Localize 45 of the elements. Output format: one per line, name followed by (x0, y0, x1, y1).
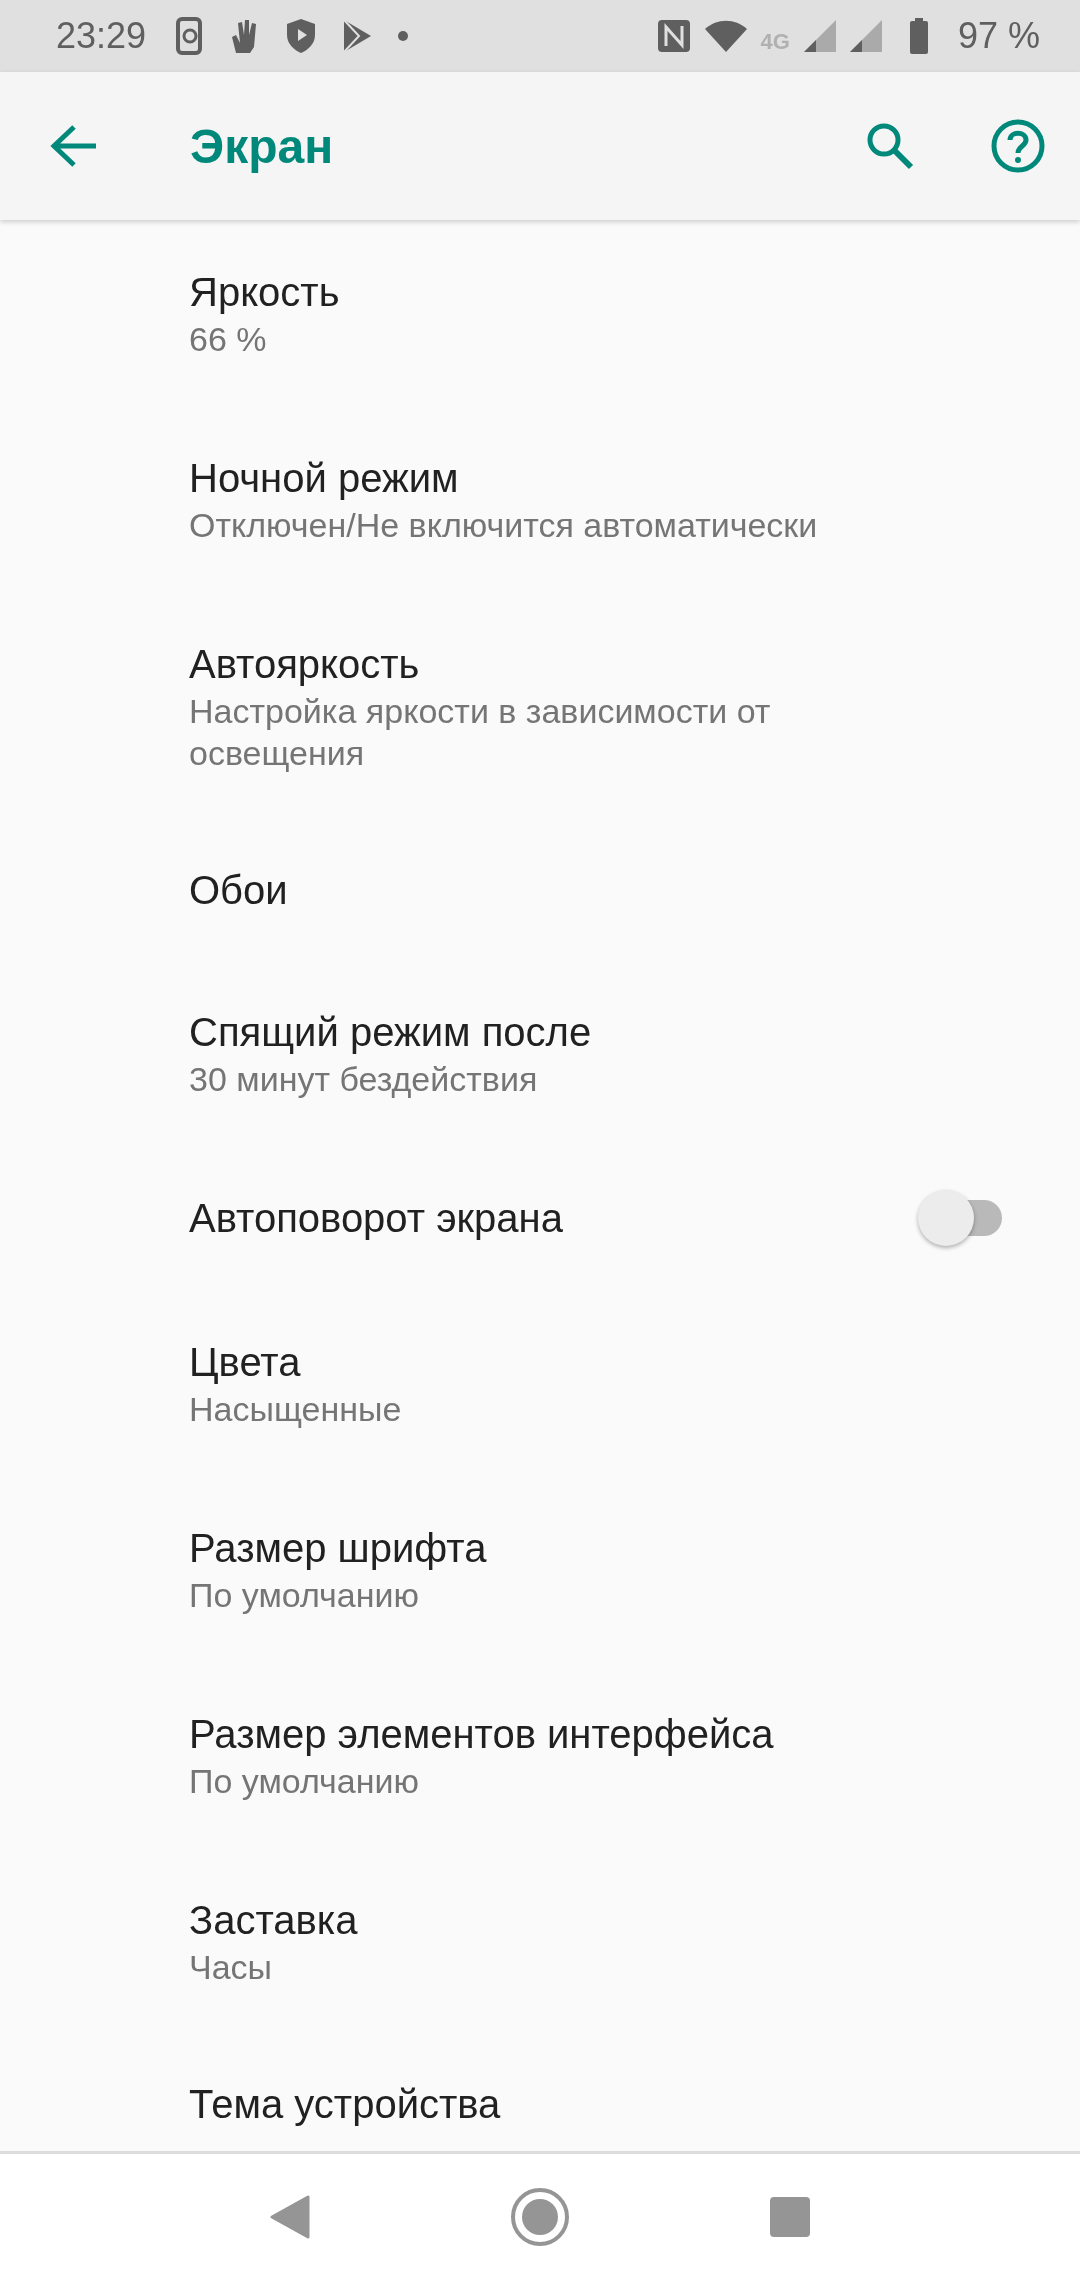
nfc-icon (656, 19, 691, 53)
dot-icon (398, 31, 409, 41)
signal-icon (849, 20, 882, 52)
setting-summary: Часы (189, 1947, 272, 1988)
settings-item[interactable]: Размер шрифта По умолчанию (0, 1476, 1080, 1662)
signal-icon (803, 20, 836, 52)
settings-item[interactable]: Цвета Насыщенные (0, 1290, 1080, 1476)
setting-title: Цвета (189, 1339, 301, 1386)
setting-title: Обои (189, 867, 288, 914)
setting-summary: 66 % (189, 319, 267, 360)
setting-title: Автояркость (189, 641, 420, 688)
setting-title: Заставка (189, 1897, 358, 1944)
back-icon[interactable] (270, 2195, 310, 2239)
setting-title: Яркость (189, 269, 340, 316)
setting-title: Тема устройства (189, 2081, 501, 2128)
setting-summary: Настройка яркости в зависимости от освещения (189, 691, 772, 774)
settings-item[interactable]: Автояркость Настройка яркости в зависимости от освещения (0, 592, 1080, 820)
settings-item[interactable]: Размер элементов интерфейса По умолчанию (0, 1662, 1080, 1848)
home-icon[interactable] (510, 2187, 570, 2247)
setting-title: Автоповорот экрана (189, 1195, 563, 1242)
battery-icon (909, 18, 928, 54)
settings-item[interactable]: Заставка Часы (0, 1848, 1080, 2034)
setting-title: Спящий режим после (189, 1009, 592, 1056)
battery-percentage: 97 % (957, 15, 1040, 57)
setting-summary: Отключен/Не включится автоматически (189, 505, 818, 546)
setting-summary: 30 минут бездействия (189, 1059, 538, 1100)
settings-item[interactable]: Тема устройства (0, 2034, 1080, 2151)
back-arrow-icon (50, 124, 98, 168)
setting-title: Размер элементов интерфейса (189, 1711, 774, 1758)
setting-summary: По умолчанию (189, 1761, 419, 1802)
setting-summary: По умолчанию (189, 1575, 419, 1616)
wifi-icon (704, 20, 747, 52)
shield-icon (286, 18, 317, 54)
search-icon (866, 122, 914, 170)
settings-item[interactable]: Автоповорот экрана (0, 1146, 1080, 1290)
settings-item[interactable]: Яркость 66 % (0, 220, 1080, 406)
settings-item[interactable]: Спящий режим после 30 минут бездействия (0, 960, 1080, 1146)
clock: 23:29 (56, 15, 147, 57)
screen-title: Экран (190, 118, 335, 174)
setting-summary: Насыщенные (189, 1389, 402, 1430)
setting-title: Ночной режим (189, 455, 459, 502)
help-icon (991, 119, 1045, 173)
setting-title: Размер шрифта (189, 1525, 487, 1572)
settings-item[interactable]: Обои (0, 820, 1080, 960)
settings-item[interactable]: Ночной режим Отключен/Не включится автоматически (0, 406, 1080, 592)
